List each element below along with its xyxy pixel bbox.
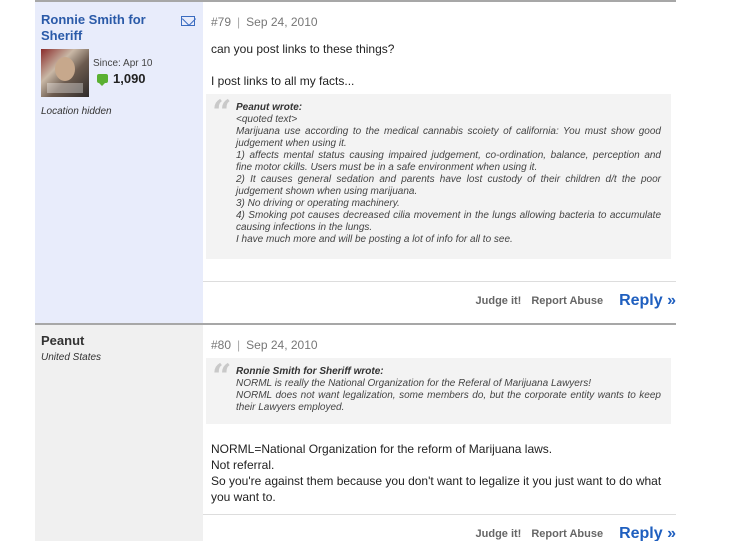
forum-post: Ronnie Smith for Sheriff Since: Apr 10 1… — [35, 0, 676, 323]
post-number-link[interactable]: #80 — [211, 338, 231, 352]
reply-link[interactable]: Reply » — [619, 525, 676, 541]
actions-divider — [203, 514, 676, 515]
avatar[interactable] — [41, 49, 89, 97]
author-name-link[interactable]: Ronnie Smith for Sheriff — [41, 12, 171, 44]
post-date: Sep 24, 2010 — [246, 15, 318, 29]
post-content: #80 | Sep 24, 2010 “ Ronnie Smith for Sher… — [203, 325, 676, 541]
forum-post: Peanut United States #80 | Sep 24, 2010 “ … — [35, 323, 676, 541]
author-name-link[interactable]: Peanut — [41, 333, 171, 349]
post-line: NORML=National Organization for the refo… — [211, 442, 553, 456]
meta-separator: | — [237, 15, 241, 29]
quote-line: I have much more and will be posting a l… — [236, 234, 513, 245]
quote-line: 4) Smoking pot causes decreased cilia mo… — [236, 210, 661, 233]
quote-text: NORML is really the National Organizatio… — [236, 378, 661, 414]
post-actions: Judge it! Report Abuse Reply » — [466, 291, 676, 311]
quote-line: 2) It causes general sedation and parent… — [236, 174, 661, 197]
judge-it-link[interactable]: Judge it! — [476, 295, 522, 307]
quote-line: <quoted text> — [236, 114, 298, 125]
quote-author: Ronnie Smith for Sheriff wrote: — [236, 366, 384, 377]
quote-line: Marijuana use according to the medical c… — [236, 126, 661, 149]
reply-link[interactable]: Reply » — [619, 292, 676, 310]
member-since: Since: Apr 10 — [93, 58, 153, 69]
quote-author: Peanut wrote: — [236, 102, 303, 113]
speech-bubble-icon — [97, 74, 108, 86]
report-abuse-link[interactable]: Report Abuse — [531, 295, 603, 307]
meta-separator: | — [237, 338, 241, 352]
post-text: I post links to all my facts... — [211, 73, 354, 89]
post-number-link[interactable]: #79 — [211, 15, 231, 29]
quote-line: 3) No driving or operating machinery. — [236, 198, 400, 209]
post-content: #79 | Sep 24, 2010 can you post links to t… — [203, 2, 676, 323]
author-sidebar: Peanut United States — [35, 325, 203, 541]
quote-text: <quoted text> Marijuana use according to… — [236, 114, 661, 246]
actions-divider — [203, 281, 676, 282]
quote-block: “ Peanut wrote: <quoted text> Marijuana … — [206, 94, 671, 259]
post-line: I post links to all my facts... — [211, 74, 355, 88]
author-location: Location hidden — [41, 106, 112, 117]
post-actions: Judge it! Report Abuse Reply » — [466, 524, 676, 541]
avatar-face — [55, 57, 75, 81]
quote-line: 1) affects mental status causing impaire… — [236, 150, 661, 173]
quote-line: NORML does not want legalization, some m… — [236, 390, 661, 413]
post-text: NORML=National Organization for the refo… — [211, 441, 676, 505]
quote-block: “ Ronnie Smith for Sheriff wrote: NORML … — [206, 358, 671, 424]
post-line: So you're against them because you don't… — [211, 474, 662, 504]
author-location: United States — [41, 352, 102, 363]
member-points: 1,090 — [113, 71, 146, 86]
post-line: Not referral. — [211, 458, 275, 472]
report-abuse-link[interactable]: Report Abuse — [531, 528, 603, 540]
quote-mark-icon: “ — [212, 357, 232, 397]
envelope-icon[interactable] — [181, 16, 195, 26]
quote-line: NORML is really the National Organizatio… — [236, 378, 591, 389]
quote-mark-icon: “ — [212, 93, 232, 133]
post-line: can you post links to these things? — [211, 42, 395, 56]
post-meta: #80 | Sep 24, 2010 — [211, 338, 318, 352]
author-sidebar: Ronnie Smith for Sheriff Since: Apr 10 1… — [35, 2, 203, 323]
avatar-caption — [47, 83, 83, 93]
post-date: Sep 24, 2010 — [246, 338, 318, 352]
post-text: can you post links to these things? — [211, 41, 394, 57]
judge-it-link[interactable]: Judge it! — [476, 528, 522, 540]
post-meta: #79 | Sep 24, 2010 — [211, 15, 318, 29]
